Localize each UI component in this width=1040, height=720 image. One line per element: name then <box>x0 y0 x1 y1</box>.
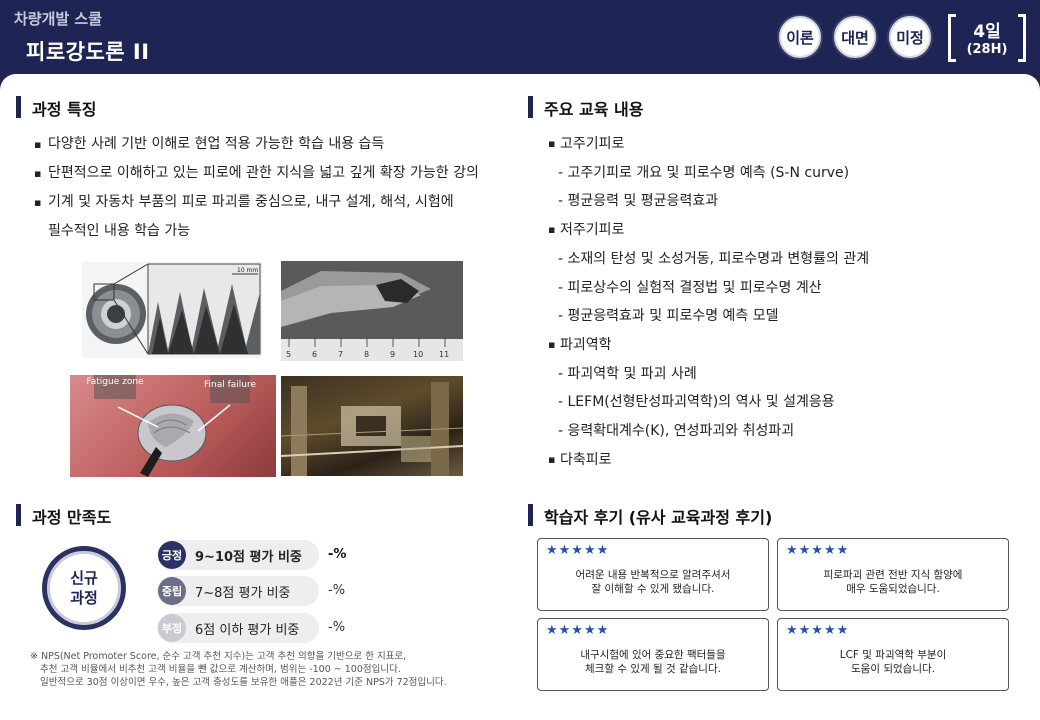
review-card: ★★★★★ 어려운 내용 반복적으로 알려주셔서 잘 이해할 수 있게 됐습니다… <box>537 538 769 611</box>
course-duration: 4일 (28H) <box>948 14 1026 62</box>
rating-value: -% <box>328 583 346 598</box>
badge-tbd: 미정 <box>887 14 933 60</box>
review-line: LCF 및 파괴역학 부분이 <box>839 649 947 661</box>
rating-value: -% <box>328 547 347 562</box>
ruler-tick: 9 <box>390 350 395 359</box>
review-text: 어려운 내용 반복적으로 알려주셔서 잘 이해할 수 있게 됐습니다. <box>538 568 768 596</box>
nps-footnote: ※ NPS(Net Promoter Score, 순수 고객 추천 지수)는 … <box>30 650 447 689</box>
star-rating-icon: ★★★★★ <box>786 623 850 638</box>
ruler-tick: 7 <box>338 350 343 359</box>
circle-line1: 신규 <box>70 569 98 587</box>
education-list: 고주기피로 - 고주기피로 개요 및 피로수명 예측 (S-N curve) -… <box>548 130 869 474</box>
content-panel: 과정 특징 다양한 사례 기반 이해로 현업 적용 가능한 학습 내용 습득 단… <box>0 74 1040 720</box>
rating-row-neutral: 중립 7~8점 평가 비중 <box>157 576 319 606</box>
rating-value: -% <box>328 620 346 635</box>
satisfaction-title: 과정 만족도 <box>16 504 111 528</box>
positive-tag: 긍정 <box>158 541 186 569</box>
circle-line2: 과정 <box>70 589 98 607</box>
ruler-tick: 5 <box>286 350 291 359</box>
subtopic-item: - 피로상수의 실험적 결정법 및 피로수명 계산 <box>558 279 822 296</box>
school-name: 차량개발 스쿨 <box>14 10 103 28</box>
test-rig-photo <box>281 376 463 476</box>
star-rating-icon: ★★★★★ <box>786 543 850 558</box>
fatigue-fracture-photo: Fatigue zone Final failure <box>70 375 276 477</box>
rating-label: 7~8점 평가 비중 <box>195 586 291 601</box>
review-line: 체크할 수 있게 될 것 같습니다. <box>585 663 721 675</box>
ruler-tick: 11 <box>439 350 449 359</box>
ruler-tick: 10 <box>413 350 423 359</box>
review-line: 도움이 되었습니다. <box>851 663 935 675</box>
footnote-line: ※ NPS(Net Promoter Score, 순수 고객 추천 지수)는 … <box>30 651 407 662</box>
topic-item: 고주기피로 <box>548 130 869 159</box>
subtopic-item: - 고주기피로 개요 및 피로수명 예측 (S-N curve) <box>558 164 850 181</box>
review-text: 내구시험에 있어 중요한 팩터들을 체크할 수 있게 될 것 같습니다. <box>538 648 768 676</box>
subtopic-item: - 응력확대계수(K), 연성파괴와 취성파괴 <box>558 423 795 440</box>
reviews-title: 학습자 후기 (유사 교육과정 후기) <box>528 504 772 528</box>
topic-item: 파괴역학 <box>548 331 869 360</box>
fatigue-zone-label: Fatigue zone <box>86 377 144 387</box>
fracture-ruler-photo: 5 6 7 8 9 10 11 <box>281 261 463 361</box>
course-title: 피로강도론 II <box>26 40 150 64</box>
review-line: 피로파괴 관련 전반 지식 함양에 <box>823 569 963 581</box>
rating-row-positive: 긍정 9~10점 평가 비중 <box>157 540 319 570</box>
duration-days: 4일 <box>973 22 1001 42</box>
rating-row-negative: 부정 6점 이하 평가 비중 <box>157 613 319 643</box>
review-card: ★★★★★ 피로파괴 관련 전반 지식 함양에 매우 도움되었습니다. <box>777 538 1009 611</box>
review-line: 잘 이해할 수 있게 됐습니다. <box>591 583 715 595</box>
review-card: ★★★★★ LCF 및 파괴역학 부분이 도움이 되었습니다. <box>777 618 1009 691</box>
badge-offline: 대면 <box>832 14 878 60</box>
subtopic-item: - 평균응력 및 평균응력효과 <box>558 193 719 210</box>
badge-theory: 이론 <box>777 14 823 60</box>
feature-item: 다양한 사례 기반 이해로 현업 적용 가능한 학습 내용 습득 <box>34 130 479 159</box>
feature-item-continued: 필수적인 내용 학습 가능 <box>48 223 191 239</box>
review-line: 어려운 내용 반복적으로 알려주셔서 <box>575 569 731 581</box>
review-line: 매우 도움되었습니다. <box>846 583 940 595</box>
feature-item: 기계 및 자동차 부품의 피로 파괴를 중심으로, 내구 설계, 해석, 시험에 <box>34 188 479 217</box>
neutral-tag: 중립 <box>158 577 186 605</box>
rating-label: 6점 이하 평가 비중 <box>195 623 300 638</box>
star-rating-icon: ★★★★★ <box>546 543 610 558</box>
footnote-line: 일반적으로 30점 이상이면 우수, 높은 고객 충성도를 보유한 애플은 20… <box>40 677 447 688</box>
left-bracket <box>948 14 956 62</box>
education-title: 주요 교육 내용 <box>528 96 643 120</box>
subtopic-item: - 평균응력효과 및 피로수명 예측 모델 <box>558 308 779 325</box>
ruler-tick: 8 <box>364 350 369 359</box>
subtopic-item: - 파괴역학 및 파괴 사례 <box>558 365 697 382</box>
review-text: LCF 및 파괴역학 부분이 도움이 되었습니다. <box>778 648 1008 676</box>
subtopic-item: - 소재의 탄성 및 소성거동, 피로수명과 변형률의 관계 <box>558 250 870 267</box>
new-course-badge: 신규 과정 <box>42 546 126 630</box>
gear-photo: 10 mm <box>82 262 262 358</box>
features-list: 다양한 사례 기반 이해로 현업 적용 가능한 학습 내용 습득 단편적으로 이… <box>34 130 479 246</box>
scale-label: 10 mm <box>237 267 258 274</box>
review-text: 피로파괴 관련 전반 지식 함양에 매우 도움되었습니다. <box>778 568 1008 596</box>
header-bar: 차량개발 스쿨 피로강도론 II 이론 대면 미정 4일 (28H) <box>0 0 1040 78</box>
review-line: 내구시험에 있어 중요한 팩터들을 <box>580 649 726 661</box>
feature-item: 단편적으로 이해하고 있는 피로에 관한 지식을 넓고 깊게 확장 가능한 강의 <box>34 159 479 188</box>
ruler-tick: 6 <box>312 350 317 359</box>
subtopic-item: - LEFM(선형탄성파괴역학)의 역사 및 설계응용 <box>558 394 835 411</box>
topic-item: 다축피로 <box>548 446 869 475</box>
rating-label: 9~10점 평가 비중 <box>195 550 302 565</box>
star-rating-icon: ★★★★★ <box>546 623 610 638</box>
right-bracket <box>1018 14 1026 62</box>
footnote-line: 추천 고객 비율에서 비추천 고객 비율을 뺀 값으로 계산하며, 범위는 -1… <box>40 664 401 675</box>
review-card: ★★★★★ 내구시험에 있어 중요한 팩터들을 체크할 수 있게 될 것 같습니… <box>537 618 769 691</box>
features-title: 과정 특징 <box>16 96 96 120</box>
final-failure-label: Final failure <box>204 380 256 390</box>
topic-item: 저주기피로 <box>548 216 869 245</box>
duration-hours: (28H) <box>966 42 1008 57</box>
negative-tag: 부정 <box>158 614 186 642</box>
